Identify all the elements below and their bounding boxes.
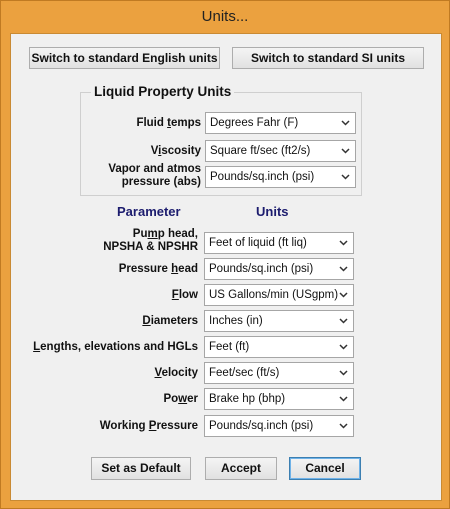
viscosity-label: Viscosity bbox=[150, 145, 201, 157]
power-label: Power bbox=[163, 393, 198, 405]
pump-head-select[interactable]: Feet of liquid (ft liq) bbox=[204, 232, 354, 254]
fluid-temps-label: Fluid temps bbox=[136, 117, 201, 129]
vapor-pressure-select[interactable]: Pounds/sq.inch (psi) bbox=[205, 166, 356, 188]
lengths-select[interactable]: Feet (ft) bbox=[204, 336, 354, 358]
flow-label: Flow bbox=[171, 289, 198, 301]
parameter-column-heading: Parameter bbox=[117, 204, 181, 219]
chevron-down-icon bbox=[336, 389, 350, 409]
accept-button[interactable]: Accept bbox=[205, 457, 277, 480]
chevron-down-icon bbox=[338, 141, 352, 161]
power-select[interactable]: Brake hp (bhp) bbox=[204, 388, 354, 410]
diameters-label: Diameters bbox=[142, 315, 198, 327]
set-as-default-button[interactable]: Set as Default bbox=[91, 457, 191, 480]
vapor-pressure-label: Vapor and atmos pressure (abs) bbox=[108, 163, 201, 188]
chevron-down-icon bbox=[336, 363, 350, 383]
dialog-client-area: Switch to standard English units Switch … bbox=[10, 33, 442, 501]
chevron-down-icon bbox=[338, 113, 352, 133]
cancel-button[interactable]: Cancel bbox=[289, 457, 361, 480]
flow-select[interactable]: US Gallons/min (USgpm) bbox=[204, 284, 354, 306]
fluid-temps-select[interactable]: Degrees Fahr (F) bbox=[205, 112, 356, 134]
switch-si-units-button[interactable]: Switch to standard SI units bbox=[232, 47, 424, 69]
units-column-heading: Units bbox=[256, 204, 289, 219]
chevron-down-icon bbox=[336, 285, 350, 305]
lengths-label: Lengths, elevations and HGLs bbox=[33, 341, 198, 353]
pressure-head-select[interactable]: Pounds/sq.inch (psi) bbox=[204, 258, 354, 280]
chevron-down-icon bbox=[336, 259, 350, 279]
diameters-select[interactable]: Inches (in) bbox=[204, 310, 354, 332]
chevron-down-icon bbox=[336, 416, 350, 436]
pump-head-label: Pump head, NPSHA & NPSHR bbox=[103, 228, 198, 253]
window-title: Units... bbox=[201, 8, 249, 25]
velocity-select[interactable]: Feet/sec (ft/s) bbox=[204, 362, 354, 384]
switch-english-units-button[interactable]: Switch to standard English units bbox=[29, 47, 220, 69]
viscosity-select[interactable]: Square ft/sec (ft2/s) bbox=[205, 140, 356, 162]
pressure-head-label: Pressure head bbox=[118, 263, 198, 275]
chevron-down-icon bbox=[338, 167, 352, 187]
velocity-label: Velocity bbox=[154, 367, 198, 379]
liquid-property-group-title: Liquid Property Units bbox=[91, 84, 235, 99]
units-dialog: Units... Switch to standard English unit… bbox=[0, 0, 450, 509]
chevron-down-icon bbox=[336, 337, 350, 357]
chevron-down-icon bbox=[336, 233, 350, 253]
working-pressure-select[interactable]: Pounds/sq.inch (psi) bbox=[204, 415, 354, 437]
chevron-down-icon bbox=[336, 311, 350, 331]
working-pressure-label: Working Pressure bbox=[99, 420, 198, 432]
